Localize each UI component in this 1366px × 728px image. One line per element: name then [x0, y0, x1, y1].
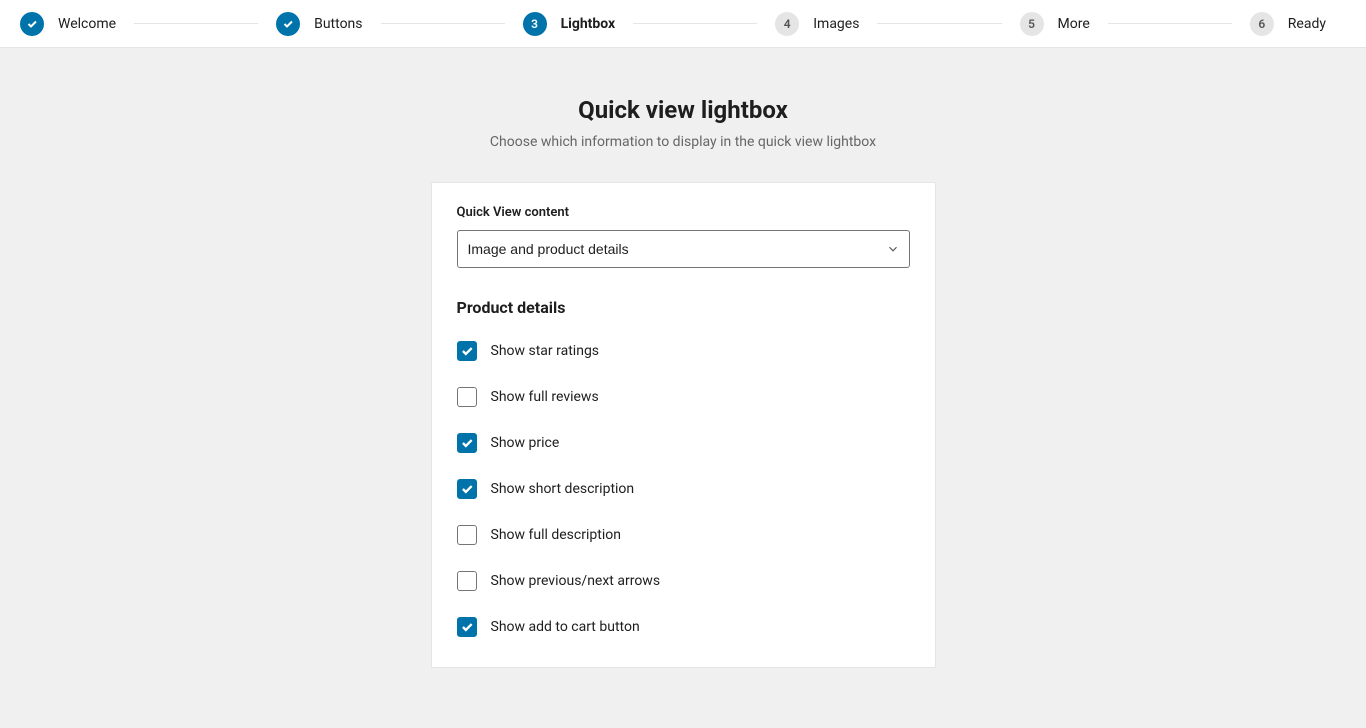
step-number-badge: 6 — [1250, 12, 1274, 36]
checkbox-icon — [457, 617, 477, 637]
checkbox-prev-next-arrows[interactable]: Show previous/next arrows — [457, 571, 910, 591]
content-select-wrap: Image and product details — [457, 230, 910, 268]
page-body: Quick view lightbox Choose which informa… — [0, 48, 1366, 728]
step-number-badge: 5 — [1020, 12, 1044, 36]
check-icon — [20, 12, 44, 36]
checkbox-icon — [457, 387, 477, 407]
checkbox-price[interactable]: Show price — [457, 433, 910, 453]
step-connector — [381, 23, 505, 24]
step-connector — [134, 23, 258, 24]
check-icon — [276, 12, 300, 36]
step-number-badge: 4 — [775, 12, 799, 36]
product-details-checklist: Show star ratings Show full reviews Show… — [457, 341, 910, 637]
step-images[interactable]: 4 Images — [775, 12, 859, 36]
step-label: More — [1058, 16, 1090, 32]
page-title: Quick view lightbox — [20, 96, 1346, 124]
step-label: Lightbox — [561, 16, 616, 32]
checkbox-label: Show add to cart button — [491, 619, 640, 635]
checkbox-label: Show short description — [491, 481, 635, 497]
checkbox-label: Show full description — [491, 527, 621, 543]
step-welcome[interactable]: Welcome — [20, 12, 116, 36]
checkbox-short-description[interactable]: Show short description — [457, 479, 910, 499]
checkbox-icon — [457, 479, 477, 499]
step-buttons[interactable]: Buttons — [276, 12, 362, 36]
checkbox-add-to-cart[interactable]: Show add to cart button — [457, 617, 910, 637]
wizard-stepper: Welcome Buttons 3 Lightbox 4 Images 5 Mo… — [0, 0, 1366, 48]
step-connector — [633, 23, 757, 24]
content-select-label: Quick View content — [457, 205, 910, 220]
step-label: Welcome — [58, 16, 116, 32]
checkbox-label: Show previous/next arrows — [491, 573, 661, 589]
step-more[interactable]: 5 More — [1020, 12, 1090, 36]
step-ready[interactable]: 6 Ready — [1250, 12, 1326, 36]
step-label: Ready — [1288, 16, 1326, 32]
checkbox-label: Show price — [491, 435, 560, 451]
checkbox-full-description[interactable]: Show full description — [457, 525, 910, 545]
checkbox-icon — [457, 525, 477, 545]
checkbox-label: Show full reviews — [491, 389, 599, 405]
content-select[interactable]: Image and product details — [457, 230, 910, 268]
checkbox-icon — [457, 571, 477, 591]
product-details-heading: Product details — [457, 298, 910, 317]
checkbox-icon — [457, 341, 477, 361]
step-label: Images — [813, 16, 859, 32]
step-connector — [877, 23, 1001, 24]
step-connector — [1108, 23, 1232, 24]
settings-card: Quick View content Image and product det… — [431, 182, 936, 668]
checkbox-label: Show star ratings — [491, 343, 600, 359]
checkbox-full-reviews[interactable]: Show full reviews — [457, 387, 910, 407]
checkbox-star-ratings[interactable]: Show star ratings — [457, 341, 910, 361]
page-subtitle: Choose which information to display in t… — [20, 134, 1346, 150]
step-label: Buttons — [314, 16, 362, 32]
checkbox-icon — [457, 433, 477, 453]
step-lightbox[interactable]: 3 Lightbox — [523, 12, 616, 36]
step-number-badge: 3 — [523, 12, 547, 36]
